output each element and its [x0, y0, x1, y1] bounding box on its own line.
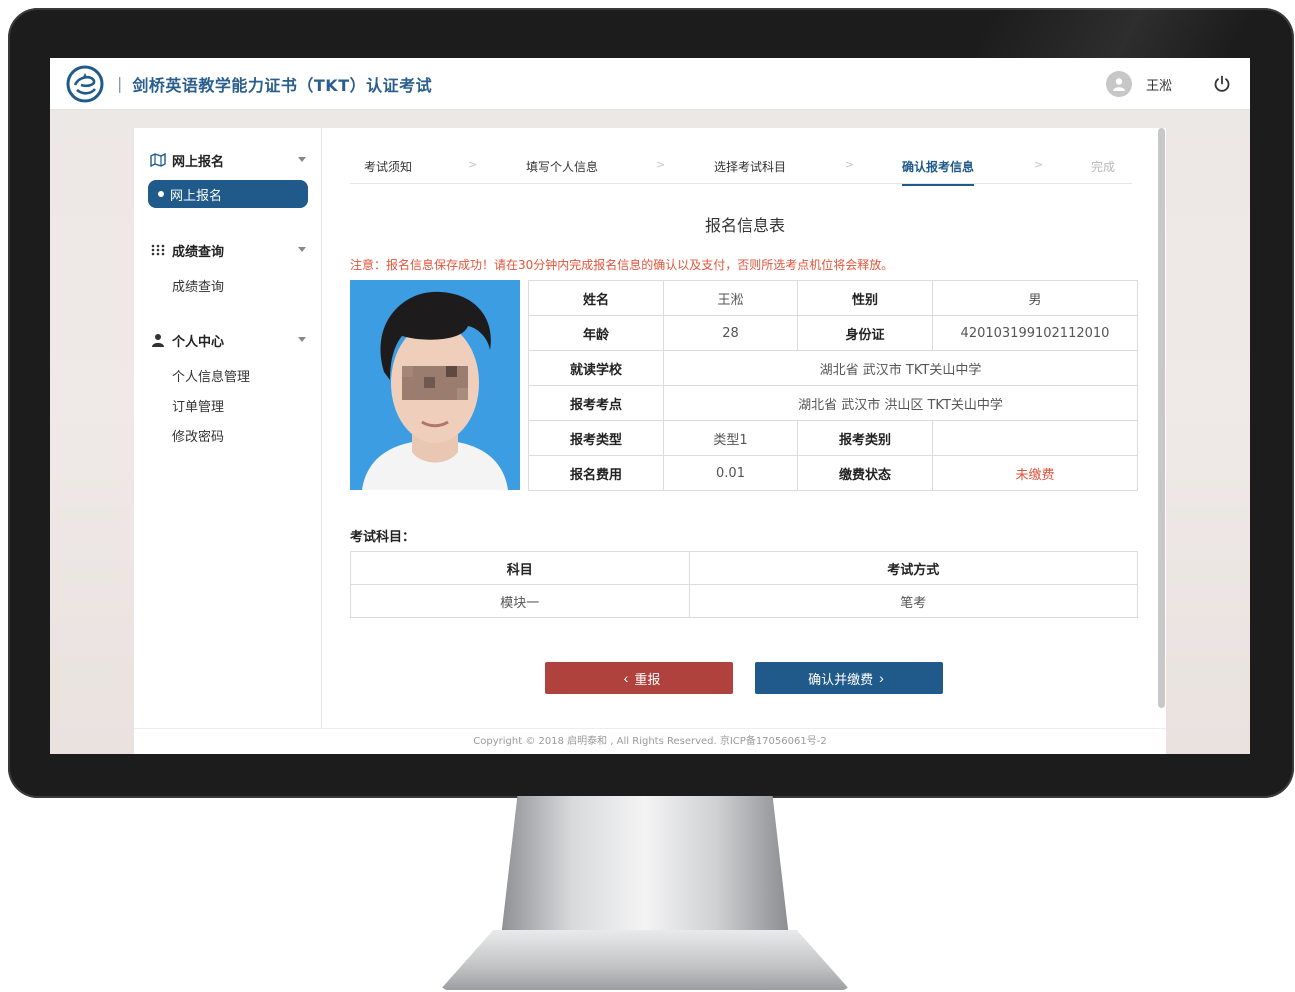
chevron-down-icon[interactable] — [298, 157, 306, 162]
table-cell-value: 类型1 — [663, 420, 798, 456]
subjects-table: 科目 考试方式 模块一 笔考 — [350, 551, 1138, 618]
footer: Copyright © 2018 启明泰和 , All Rights Reser… — [134, 728, 1166, 754]
nav-group-scores: 成绩查询 成绩查询 — [134, 238, 322, 300]
nav-head-label: 个人中心 — [172, 334, 225, 350]
table-cell-label: 报考考点 — [528, 385, 664, 421]
monitor-stand-neck — [500, 796, 790, 946]
form-title: 报名信息表 — [704, 216, 785, 235]
map-icon — [150, 153, 166, 167]
screen: | 剑桥英语教学能力证书（TKT）认证考试 王淞 网上报名 网上报名 成绩查询 … — [50, 58, 1250, 754]
confirm-pay-button[interactable]: 确认并缴费 › — [755, 662, 943, 694]
table-row: 就读学校 湖北省 武汉市 TKT关山中学 — [528, 350, 1138, 386]
user-area: 王淞 — [1105, 58, 1250, 110]
table-cell-label: 就读学校 — [528, 350, 664, 386]
nav-head-scores[interactable]: 成绩查询 — [134, 238, 322, 262]
table-row: 报考类型 类型1 报考类别 — [528, 420, 1138, 456]
chevron-right-icon: › — [879, 670, 884, 686]
step-confirm-info[interactable]: 确认报考信息 — [902, 158, 975, 186]
portrait-image — [350, 280, 520, 490]
redo-button[interactable]: ‹ 重报 — [545, 662, 733, 694]
power-icon[interactable] — [1212, 74, 1232, 94]
content-area: 考试须知 > 填写个人信息 > 选择考试科目 > 确认报考信息 > 完成 报名信… — [350, 128, 1140, 728]
sidebar-item-online-registration[interactable]: 网上报名 — [148, 180, 308, 208]
table-row: 报考考点 湖北省 武汉市 洪山区 TKT关山中学 — [528, 385, 1138, 421]
sidebar-item-password[interactable]: 修改密码 — [134, 420, 322, 450]
chevron-down-icon[interactable] — [298, 337, 306, 342]
id-photo — [350, 280, 520, 490]
logo-icon — [66, 65, 104, 102]
table-cell-value — [932, 420, 1138, 456]
user-icon — [1112, 78, 1125, 91]
table-cell-value: 湖北省 武汉市 洪山区 TKT关山中学 — [663, 385, 1138, 421]
step-arrow: > — [845, 158, 855, 171]
payment-status: 未缴费 — [932, 455, 1138, 491]
table-row: 报名费用 0.01 缴费状态 未缴费 — [528, 455, 1138, 491]
person-icon — [152, 334, 164, 347]
avatar[interactable] — [1105, 71, 1132, 97]
step-arrow: > — [468, 158, 478, 171]
table-cell-label: 性别 — [797, 280, 933, 316]
monitor-stand-base — [440, 930, 850, 990]
sidebar-item-label: 网上报名 — [170, 188, 223, 204]
user-name[interactable]: 王淞 — [1146, 75, 1172, 94]
top-bar: | 剑桥英语教学能力证书（TKT）认证考试 王淞 — [50, 58, 1250, 110]
step-complete[interactable]: 完成 — [1091, 158, 1115, 175]
grid-icon — [151, 244, 165, 256]
chevron-left-icon: ‹ — [623, 670, 629, 686]
table-cell-value: 28 — [663, 315, 798, 351]
step-personal-info[interactable]: 填写个人信息 — [526, 158, 598, 175]
table-cell-value: 王淞 — [663, 280, 798, 316]
sidebar-item-label: 成绩查询 — [172, 279, 225, 295]
confirm-button-label: 确认并缴费 — [808, 671, 874, 687]
subjects-title: 考试科目： — [350, 530, 416, 545]
sidebar-item-label: 订单管理 — [172, 399, 225, 415]
table-cell-value: 0.01 — [663, 455, 798, 491]
table-cell-value: 420103199102112010 — [932, 315, 1138, 351]
redo-button-label: 重报 — [634, 671, 661, 687]
table-header-row: 科目 考试方式 — [350, 551, 1138, 585]
table-cell-label: 报考类别 — [797, 420, 933, 456]
app-title: 剑桥英语教学能力证书（TKT）认证考试 — [132, 75, 433, 95]
table-cell-value: 模块一 — [350, 584, 690, 618]
nav-head-personal[interactable]: 个人中心 — [134, 328, 322, 352]
bullet-icon — [158, 191, 164, 197]
step-arrow: > — [656, 158, 666, 171]
table-cell-value: 湖北省 武汉市 TKT关山中学 — [663, 350, 1138, 386]
sidebar-item-profile[interactable]: 个人信息管理 — [134, 360, 322, 390]
nav-head-label: 成绩查询 — [172, 244, 225, 260]
chevron-down-icon[interactable] — [298, 247, 306, 252]
scrollbar[interactable] — [1158, 128, 1165, 708]
step-exam-notice[interactable]: 考试须知 — [364, 158, 412, 175]
nav-group-personal: 个人中心 个人信息管理 订单管理 修改密码 — [134, 328, 322, 450]
table-row: 模块一 笔考 — [350, 584, 1138, 618]
nav-head-registration[interactable]: 网上报名 — [134, 148, 322, 172]
progress-steps: 考试须知 > 填写个人信息 > 选择考试科目 > 确认报考信息 > 完成 — [350, 148, 1132, 186]
step-arrow: > — [1034, 158, 1044, 171]
sidebar-item-label: 修改密码 — [172, 429, 225, 445]
sidebar: 网上报名 网上报名 成绩查询 成绩查询 个人中心 个人信息管理 订单管理 修改密… — [134, 128, 322, 728]
table-cell-label: 缴费状态 — [797, 455, 933, 491]
nav-group-registration: 网上报名 网上报名 — [134, 148, 322, 208]
sidebar-item-score-query[interactable]: 成绩查询 — [134, 270, 322, 300]
table-cell-value: 男 — [932, 280, 1138, 316]
nav-head-label: 网上报名 — [172, 154, 225, 170]
table-row: 姓名 王淞 性别 男 — [528, 280, 1138, 316]
table-cell-value: 笔考 — [688, 584, 1138, 618]
notice-text: 注意：报名信息保存成功！请在30分钟内完成报名信息的确认以及支付，否则所选考点机… — [350, 258, 894, 272]
table-cell-label: 报考类型 — [528, 420, 664, 456]
title-separator: | — [117, 74, 123, 93]
step-select-subject[interactable]: 选择考试科目 — [714, 158, 786, 175]
column-header: 考试方式 — [688, 551, 1138, 585]
sidebar-item-label: 个人信息管理 — [172, 369, 251, 385]
main-panel: 网上报名 网上报名 成绩查询 成绩查询 个人中心 个人信息管理 订单管理 修改密… — [134, 128, 1166, 754]
registration-info-table: 姓名 王淞 性别 男 年龄 28 身份证 420103199102112010 … — [528, 280, 1138, 491]
table-row: 年龄 28 身份证 420103199102112010 — [528, 315, 1138, 351]
table-cell-label: 报名费用 — [528, 455, 664, 491]
sidebar-item-orders[interactable]: 订单管理 — [134, 390, 322, 420]
table-cell-label: 年龄 — [528, 315, 664, 351]
column-header: 科目 — [350, 551, 690, 585]
table-cell-label: 身份证 — [797, 315, 933, 351]
table-cell-label: 姓名 — [528, 280, 664, 316]
